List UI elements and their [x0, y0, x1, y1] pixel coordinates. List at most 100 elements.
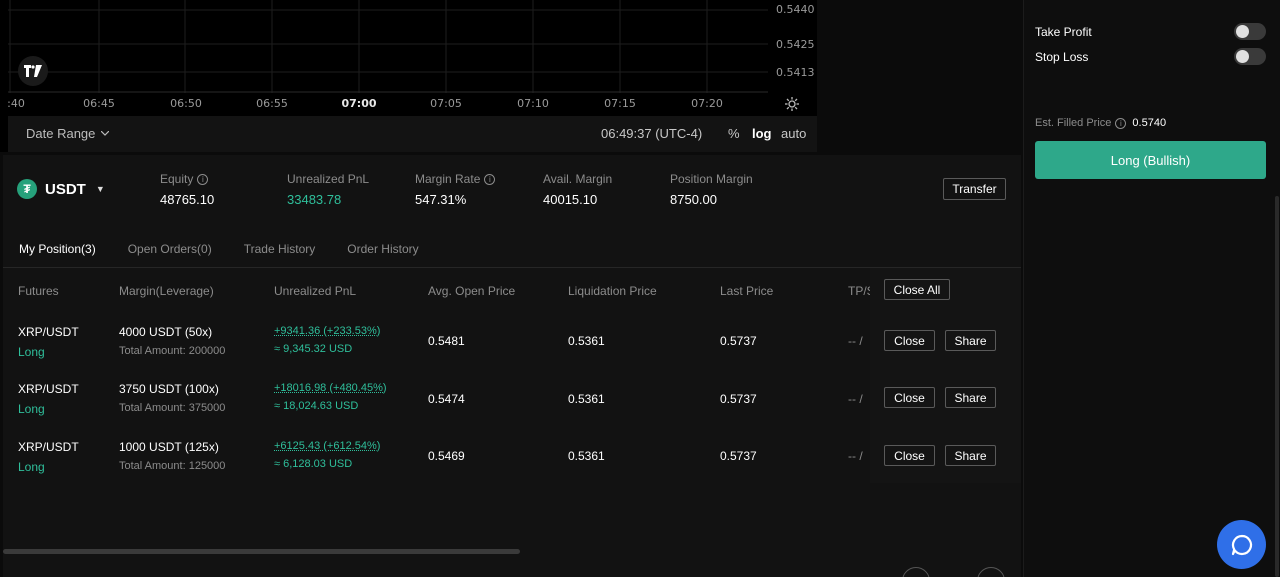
est-filled-price: Est. Filled Price i 0.5740 [1035, 117, 1166, 129]
price-label: 0.5440 [776, 3, 815, 16]
asset-selector[interactable]: ₮ USDT ▼ [17, 179, 105, 199]
date-range-button[interactable]: Date Range [26, 126, 110, 141]
take-profit-label: Take Profit [1035, 25, 1092, 39]
metric-margin-rate: Margin Rate i 547.31% [415, 172, 496, 207]
metric-value: 48765.10 [160, 192, 215, 207]
last-price: 0.5737 [720, 392, 757, 406]
close-button[interactable]: Close [884, 445, 935, 466]
close-button[interactable]: Close [884, 330, 935, 351]
close-all-button[interactable]: Close All [884, 279, 950, 300]
pnl-usd: ≈ 18,024.63 USD [274, 400, 359, 412]
stop-loss-toggle[interactable] [1234, 48, 1266, 65]
table-row-pair: XRP/USDT Long [18, 382, 79, 416]
metric-unrealized-pnl: Unrealized PnL 33483.78 [287, 172, 369, 207]
long-button[interactable]: Long (Bullish) [1035, 141, 1266, 179]
order-panel: Take Profit Stop Loss Est. Filled Price … [1023, 0, 1280, 577]
chart-grid [8, 0, 768, 93]
pnl-usd: ≈ 9,345.32 USD [274, 343, 353, 355]
prev-page-button[interactable] [902, 567, 930, 577]
pnl-value[interactable]: +18016.98 (+480.45%) [274, 382, 387, 394]
tp-sl-value[interactable]: -- / [848, 449, 863, 463]
toggle-knob [1236, 25, 1249, 38]
table-row-pair: XRP/USDT Long [18, 440, 79, 474]
pair-name: XRP/USDT [18, 325, 79, 339]
tp-sl-value[interactable]: -- / [848, 392, 863, 406]
pnl-usd: ≈ 6,128.03 USD [274, 458, 353, 470]
caret-down-icon: ▼ [95, 184, 105, 194]
divider [3, 267, 1021, 268]
price-axis[interactable]: 0.5440 0.5425 0.5413 [768, 0, 817, 93]
positions-panel: ₮ USDT ▼ Equity i 48765.10 Unrealized PnL… [3, 155, 1021, 577]
time-label: 07:15 [604, 97, 636, 110]
share-button[interactable]: Share [945, 445, 996, 466]
chevron-down-icon [101, 131, 110, 136]
chat-support-button[interactable] [1217, 520, 1266, 569]
tab-open-orders[interactable]: Open Orders(0) [128, 242, 212, 256]
position-side: Long [18, 402, 45, 416]
auto-scale-button[interactable]: auto [781, 126, 806, 141]
time-axis[interactable]: :40 06:45 06:50 06:55 07:00 07:05 07:10 … [7, 93, 817, 115]
pnl-value[interactable]: +9341.36 (+233.53%) [274, 325, 380, 337]
avg-open-price: 0.5469 [428, 449, 465, 463]
take-profit-toggle[interactable] [1234, 23, 1266, 40]
position-side: Long [18, 460, 45, 474]
avg-open-price: 0.5474 [428, 392, 465, 406]
toggle-knob [1236, 50, 1249, 63]
share-button[interactable]: Share [945, 330, 996, 351]
chart-toolbar: Date Range 06:49:37 (UTC-4) % log auto [8, 116, 817, 152]
avg-open-price: 0.5481 [428, 334, 465, 348]
time-label: 06:50 [170, 97, 202, 110]
position-side: Long [18, 345, 45, 359]
tp-sl-value[interactable]: -- / [848, 334, 863, 348]
table-row-pnl: +9341.36 (+233.53%) ≈ 9,345.32 USD [274, 325, 380, 355]
chart-settings-icon[interactable] [784, 96, 800, 112]
close-button[interactable]: Close [884, 387, 935, 408]
percent-scale-button[interactable]: % [728, 126, 740, 141]
info-icon[interactable]: i [484, 173, 496, 185]
metric-value: 547.31% [415, 192, 467, 207]
margin-value: 3750 USDT (100x) [119, 382, 219, 396]
last-price: 0.5737 [720, 449, 757, 463]
time-label: 07:20 [691, 97, 723, 110]
metric-label: Avail. Margin [543, 172, 613, 186]
total-amount: Total Amount: 375000 [119, 402, 226, 414]
price-label: 0.5425 [776, 38, 815, 51]
table-row-pair: XRP/USDT Long [18, 325, 79, 359]
share-button[interactable]: Share [945, 387, 996, 408]
column-header: Margin(Leverage) [119, 284, 214, 298]
chart-clock[interactable]: 06:49:37 (UTC-4) [601, 126, 702, 141]
table-row-margin: 4000 USDT (50x) Total Amount: 200000 [119, 325, 225, 357]
pair-name: XRP/USDT [18, 382, 79, 396]
metric-value: 33483.78 [287, 192, 342, 207]
tab-trade-history[interactable]: Trade History [244, 242, 316, 256]
column-header: Liquidation Price [568, 284, 657, 298]
tab-my-position[interactable]: My Position(3) [19, 242, 96, 256]
next-page-button[interactable] [977, 567, 1005, 577]
table-row-pnl: +18016.98 (+480.45%) ≈ 18,024.63 USD [274, 382, 387, 412]
price-chart[interactable]: 0.5440 0.5425 0.5413 :40 06:45 06:50 06:… [0, 0, 817, 152]
margin-value: 4000 USDT (50x) [119, 325, 213, 339]
liquidation-price: 0.5361 [568, 449, 605, 463]
time-label: 07:05 [430, 97, 462, 110]
est-filled-value: 0.5740 [1132, 117, 1167, 129]
position-tabs: My Position(3) Open Orders(0) Trade Hist… [19, 242, 451, 256]
chart-plot-area[interactable] [8, 0, 768, 93]
liquidation-price: 0.5361 [568, 392, 605, 406]
total-amount: Total Amount: 125000 [119, 460, 226, 472]
tradingview-logo[interactable] [18, 56, 48, 86]
log-scale-button[interactable]: log [752, 126, 772, 141]
asset-name: USDT [45, 180, 86, 198]
transfer-button[interactable]: Transfer [943, 178, 1006, 200]
horizontal-scrollbar[interactable] [3, 549, 520, 554]
column-header: Futures [18, 284, 59, 298]
metric-position-margin: Position Margin 8750.00 [670, 172, 753, 207]
table-row-margin: 3750 USDT (100x) Total Amount: 375000 [119, 382, 225, 414]
info-icon[interactable]: i [197, 173, 209, 185]
liquidation-price: 0.5361 [568, 334, 605, 348]
pnl-value[interactable]: +6125.43 (+612.54%) [274, 440, 380, 452]
tradingview-icon [24, 65, 42, 77]
info-icon[interactable]: i [1115, 117, 1127, 129]
tab-order-history[interactable]: Order History [347, 242, 418, 256]
metric-value: 40015.10 [543, 192, 598, 207]
vertical-scrollbar[interactable] [1275, 196, 1279, 577]
